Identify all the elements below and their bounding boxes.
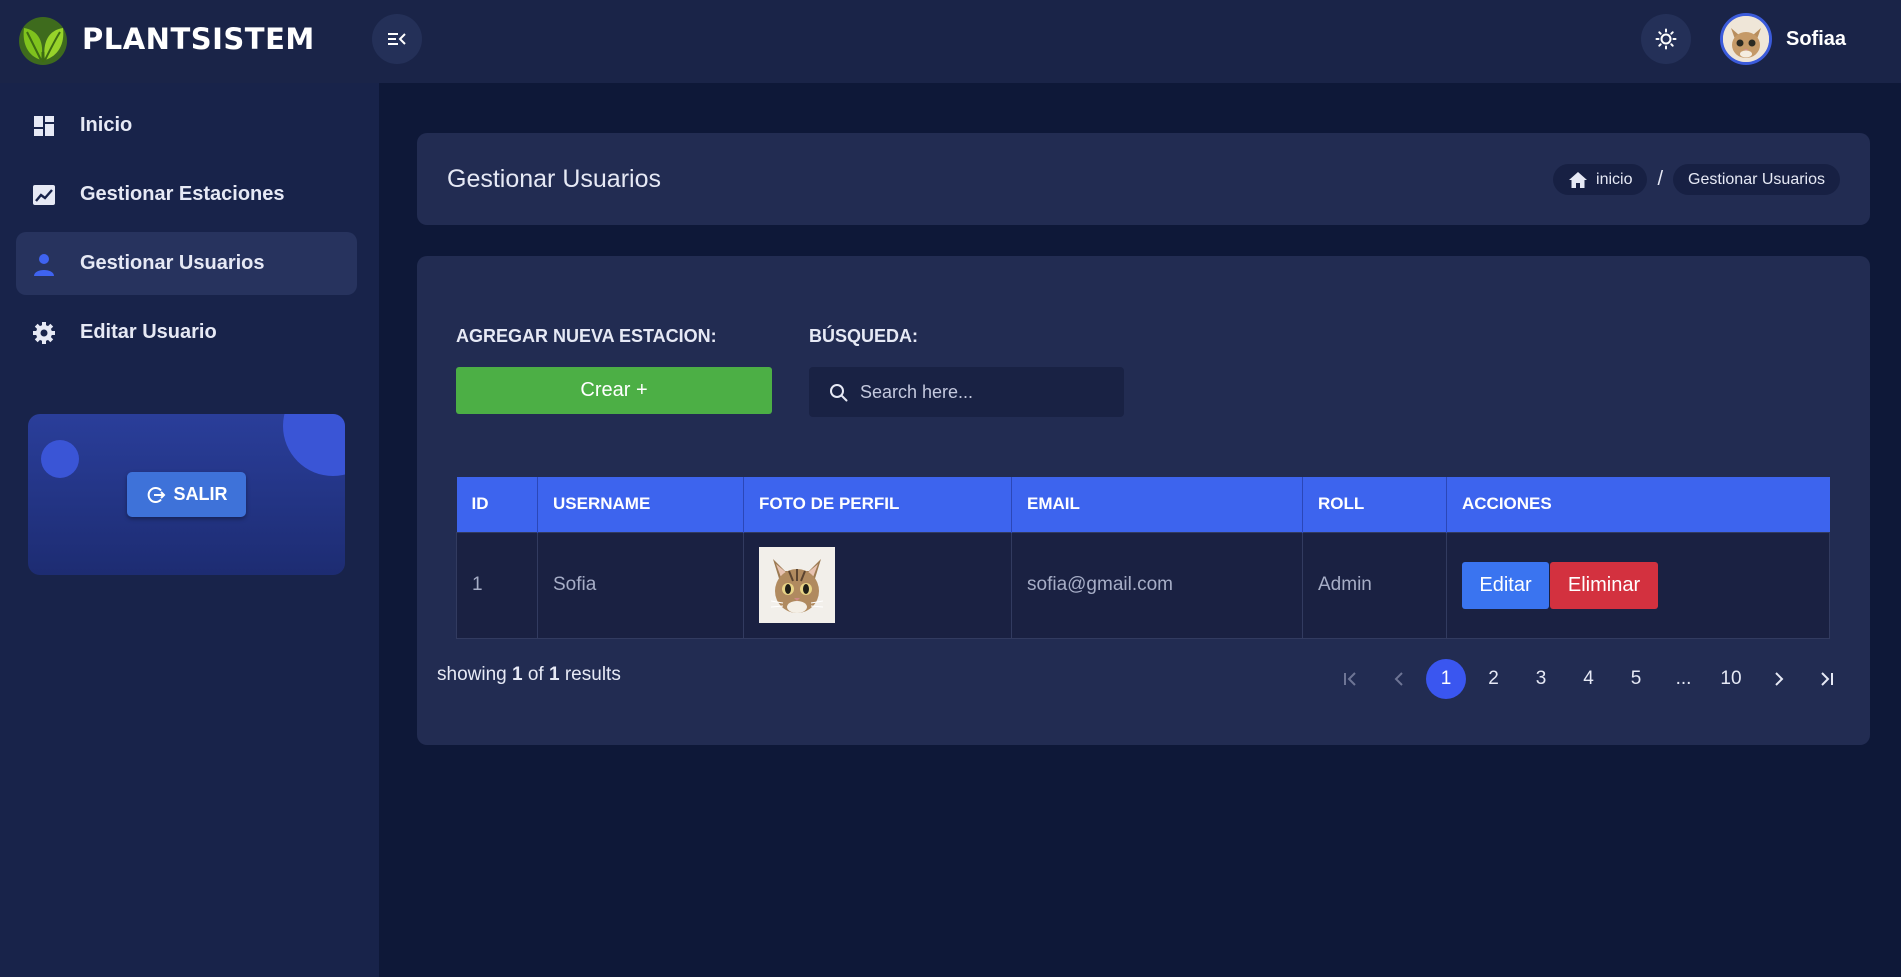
breadcrumb-home[interactable]: inicio (1553, 164, 1648, 195)
search-section-label: BÚSQUEDA: (809, 326, 919, 346)
top-bar: PLANTSISTEM Sofiaa (0, 0, 1901, 83)
last-page-button[interactable] (1806, 659, 1846, 699)
column-header-email: EMAIL (1011, 477, 1303, 532)
logout-card: SALIR (28, 414, 345, 575)
menu-collapse-icon (388, 33, 406, 45)
column-header-roll: ROLL (1302, 477, 1447, 532)
cell-id: 1 (456, 531, 538, 639)
sidebar-item-inicio[interactable]: Inicio (16, 94, 357, 157)
cell-roll: Admin (1302, 531, 1447, 639)
cell-foto (743, 531, 1012, 639)
showing-suffix: results (564, 664, 621, 685)
chart-icon (32, 183, 56, 207)
first-page-button[interactable] (1331, 659, 1371, 699)
last-page-icon (1821, 672, 1833, 686)
logout-icon (147, 486, 165, 503)
first-page-icon (1344, 672, 1356, 686)
page-button-2[interactable]: 2 (1474, 659, 1514, 699)
sidebar-item-gestionar-estaciones[interactable]: Gestionar Estaciones (16, 163, 357, 226)
main-card: AGREGAR NUEVA ESTACION: Crear + BÚSQUEDA… (417, 256, 1870, 745)
pagination: 1 2 3 4 5 ... 10 (1331, 659, 1854, 699)
sidebar-item-label: Inicio (80, 114, 133, 136)
showing-prefix: showing (437, 664, 507, 685)
users-table: ID USERNAME FOTO DE PERFIL EMAIL ROLL AC… (456, 477, 1830, 639)
column-header-id: ID (456, 477, 538, 532)
column-header-foto: FOTO DE PERFIL (743, 477, 1012, 532)
page-button-4[interactable]: 4 (1569, 659, 1609, 699)
sidebar-item-label: Gestionar Usuarios (80, 252, 265, 274)
showing-of: of (527, 664, 544, 685)
cell-username: Sofia (537, 531, 744, 639)
showing-total: 1 (549, 664, 560, 685)
cell-email: sofia@gmail.com (1011, 531, 1303, 639)
page-button-3[interactable]: 3 (1521, 659, 1561, 699)
decorative-circle (283, 414, 345, 476)
cat-avatar-icon (1723, 16, 1769, 62)
theme-toggle-button[interactable] (1641, 14, 1691, 64)
logout-button[interactable]: SALIR (127, 472, 246, 517)
table-header-row: ID USERNAME FOTO DE PERFIL EMAIL ROLL AC… (456, 477, 1830, 532)
delete-button[interactable]: Eliminar (1550, 561, 1658, 609)
page-button-1[interactable]: 1 (1426, 659, 1466, 699)
user-icon (32, 252, 56, 276)
create-section-label: AGREGAR NUEVA ESTACION: (456, 326, 717, 346)
next-page-button[interactable] (1759, 659, 1799, 699)
breadcrumb-separator: / (1657, 168, 1664, 190)
cell-acciones: Editar Eliminar (1446, 531, 1830, 639)
showing-from: 1 (512, 664, 523, 685)
home-icon (1569, 171, 1588, 188)
prev-page-button[interactable] (1379, 659, 1419, 699)
brand[interactable]: PLANTSISTEM (14, 10, 315, 68)
logout-label: SALIR (173, 484, 228, 504)
breadcrumb: inicio / Gestionar Usuarios (1553, 164, 1840, 195)
page-button-10[interactable]: 10 (1711, 659, 1751, 699)
leaf-logo-icon (19, 17, 67, 65)
dashboard-icon (32, 114, 56, 138)
column-header-acciones: ACCIONES (1446, 477, 1830, 532)
page-header: Gestionar Usuarios inicio / Gestionar Us… (417, 133, 1870, 225)
search-input[interactable] (860, 381, 1100, 403)
gear-icon (32, 321, 56, 345)
breadcrumb-current: Gestionar Usuarios (1673, 164, 1840, 195)
decorative-circle (41, 440, 79, 478)
results-summary: showing 1 of 1 results (437, 664, 621, 686)
page-button-5[interactable]: 5 (1616, 659, 1656, 699)
sun-icon (1655, 28, 1677, 50)
sidebar-item-label: Editar Usuario (80, 321, 217, 343)
column-header-username: USERNAME (537, 477, 744, 532)
user-name: Sofiaa (1786, 27, 1847, 50)
create-button[interactable]: Crear + (456, 367, 772, 414)
breadcrumb-home-label: inicio (1596, 170, 1633, 188)
chevron-right-icon (1774, 672, 1783, 686)
search-field[interactable] (809, 367, 1124, 417)
sidebar-item-label: Gestionar Estaciones (80, 183, 285, 205)
search-icon (830, 383, 848, 401)
profile-photo (759, 547, 835, 623)
sidebar-item-gestionar-usuarios[interactable]: Gestionar Usuarios (16, 232, 357, 295)
edit-button[interactable]: Editar (1462, 561, 1549, 609)
avatar (1720, 13, 1772, 65)
brand-name: PLANTSISTEM (82, 22, 315, 56)
user-menu[interactable]: Sofiaa (1720, 12, 1846, 66)
sidebar-item-editar-usuario[interactable]: Editar Usuario (16, 301, 357, 364)
table-row: 1 Sofia sofia@gmail.com Admin Editar Eli… (456, 531, 1830, 639)
chevron-left-icon (1394, 672, 1403, 686)
page-title: Gestionar Usuarios (447, 165, 661, 193)
sidebar: Inicio Gestionar Estaciones Gestionar Us… (0, 83, 379, 977)
menu-toggle-button[interactable] (372, 14, 422, 64)
page-ellipsis: ... (1675, 668, 1692, 689)
breadcrumb-current-label: Gestionar Usuarios (1688, 170, 1825, 188)
